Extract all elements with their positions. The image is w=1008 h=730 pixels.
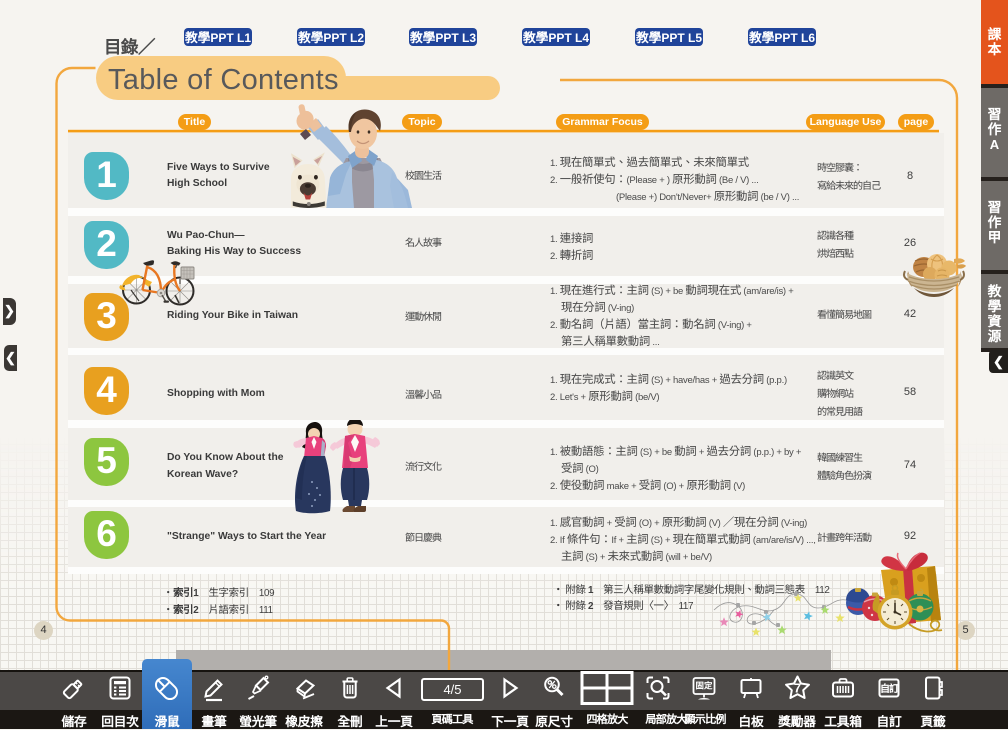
svg-text:固定: 固定	[696, 680, 713, 692]
svg-text:自訂: 自訂	[880, 680, 899, 695]
svg-text:7: 7	[794, 681, 801, 696]
